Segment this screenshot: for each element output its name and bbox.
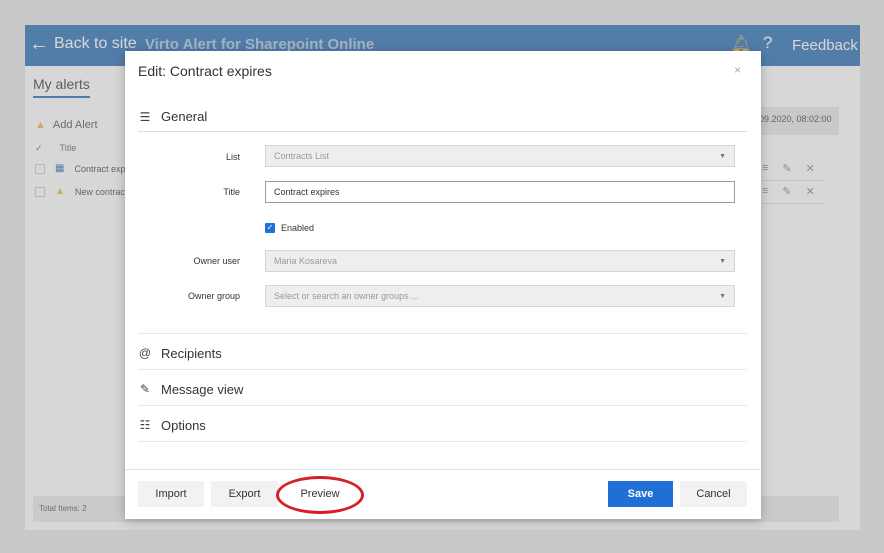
owner-user-value: Maria Kosareva [274,256,338,266]
section-divider [138,333,747,334]
cancel-button[interactable]: Cancel [680,481,747,507]
section-options-label: Options [161,417,206,433]
enabled-checkbox[interactable]: ✓ [265,223,275,233]
title-label: Title [223,187,240,197]
edit-alert-dialog: Edit: Contract expires × ☰ General List … [125,51,761,519]
section-message-view[interactable]: ✎ Message view [138,374,747,404]
title-input[interactable]: Contract expires [265,181,735,203]
list-label: List [225,152,240,162]
chevron-down-icon: ▼ [719,152,726,160]
save-button[interactable]: Save [608,481,673,507]
title-input-value: Contract expires [274,187,340,197]
section-recipients-label: Recipients [161,345,222,361]
import-button[interactable]: Import [138,481,204,507]
section-general-label: General [161,109,208,124]
owner-user-select[interactable]: Maria Kosareva ▼ [265,250,735,272]
preview-button[interactable]: Preview [283,481,357,507]
chevron-down-icon: ▼ [719,292,726,300]
edit-message-icon: ✎ [139,382,151,396]
section-message-view-label: Message view [161,381,244,397]
list-select-value: Contracts List [274,151,330,161]
enabled-label: Enabled [281,223,315,233]
section-recipients[interactable]: @ Recipients [138,338,747,368]
owner-user-label: Owner user [193,256,240,266]
at-sign-icon: @ [138,346,152,360]
section-options[interactable]: ☷ Options [138,410,747,440]
owner-group-placeholder: Select or search an owner groups ... [274,291,419,301]
section-general[interactable]: ☰ General [138,102,747,132]
section-divider [138,369,747,370]
enabled-checkbox-row[interactable]: ✓ Enabled [265,223,314,233]
options-list-icon: ☷ [139,418,151,432]
section-divider [138,441,747,442]
list-icon: ☰ [139,109,151,124]
close-icon[interactable]: × [734,63,741,77]
owner-group-label: Owner group [187,291,240,301]
dialog-title: Edit: Contract expires [138,63,272,79]
section-divider [138,405,747,406]
dialog-footer-divider [125,469,761,470]
owner-group-select[interactable]: Select or search an owner groups ... ▼ [265,285,735,307]
list-select[interactable]: Contracts List ▼ [265,145,735,167]
export-button[interactable]: Export [211,481,278,507]
chevron-down-icon: ▼ [719,257,726,265]
